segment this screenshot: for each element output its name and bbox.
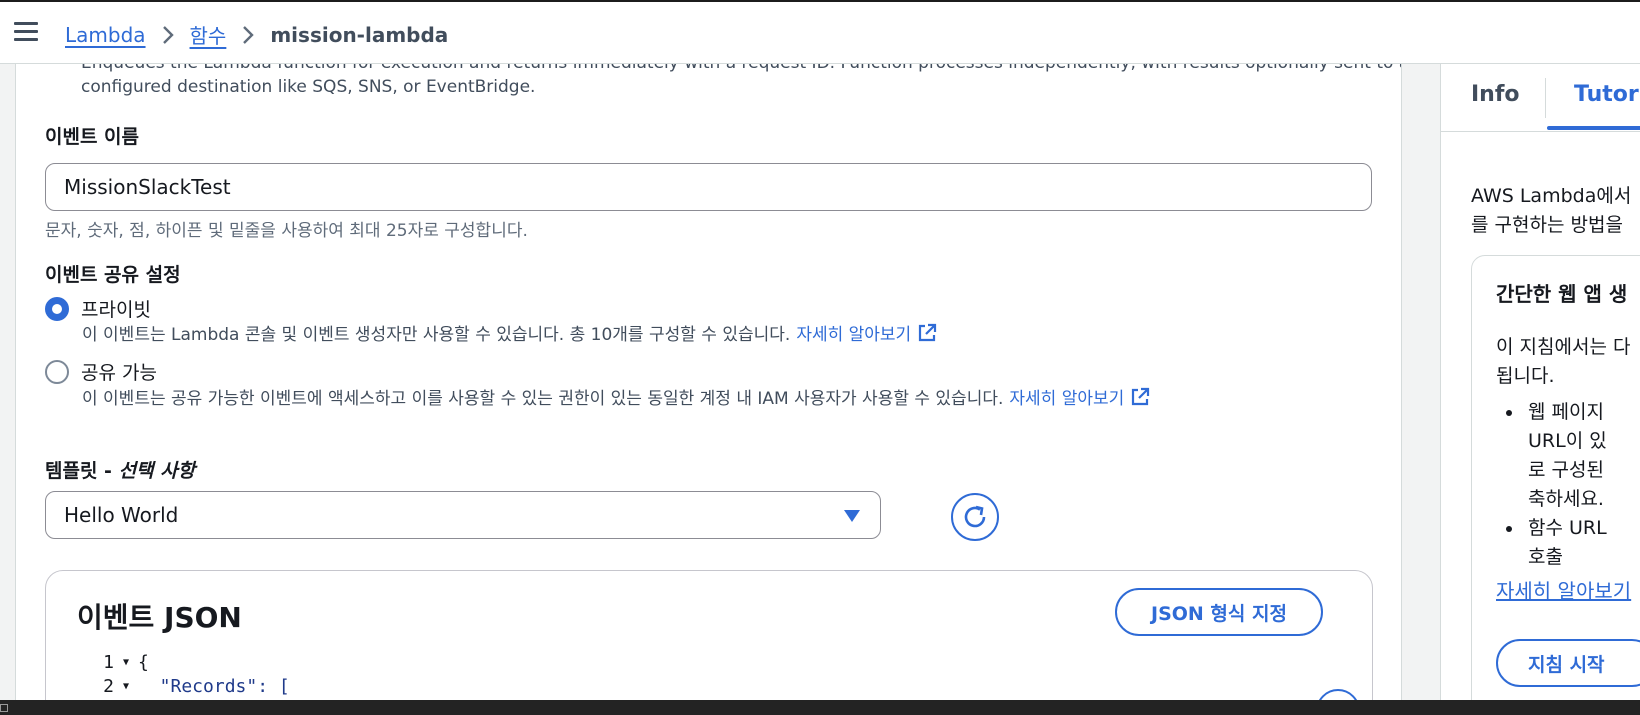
template-optional-text: 선택 사항 bbox=[118, 460, 196, 482]
fold-arrow-icon[interactable]: ▼ bbox=[114, 675, 138, 699]
invocation-description-line1: Enqueues the Lambda function for executi… bbox=[81, 64, 1401, 75]
chevron-right-icon bbox=[162, 25, 174, 45]
breadcrumb-current: mission-lambda bbox=[270, 22, 449, 47]
list-item: 함수 URL 호출 bbox=[1506, 514, 1607, 572]
bullet2-line: 함수 URL bbox=[1528, 517, 1607, 539]
breadcrumb: Lambda 함수 mission-lambda bbox=[65, 20, 448, 49]
code-line: 2 ▼ "Records": [ bbox=[88, 675, 290, 699]
bullet1-line: URL이 있 bbox=[1528, 430, 1607, 452]
code-text: "Records": [ bbox=[138, 676, 290, 697]
external-link-icon bbox=[1132, 387, 1150, 405]
tab-tutorials[interactable]: Tutorials bbox=[1574, 82, 1640, 107]
tab-info[interactable]: Info bbox=[1471, 82, 1520, 107]
shareable-description: 이 이벤트는 공유 가능한 이벤트에 액세스하고 이를 사용할 수 있는 권한이… bbox=[82, 384, 1150, 409]
invocation-type-description: Enqueues the Lambda function for executi… bbox=[81, 64, 1401, 99]
breadcrumb-lambda-link[interactable]: Lambda bbox=[65, 23, 146, 47]
window-square-icon bbox=[0, 704, 8, 712]
radio-shareable-label: 공유 가능 bbox=[81, 362, 157, 384]
learn-more-text: 자세히 알아보기 bbox=[1009, 389, 1125, 409]
learn-more-text: 자세히 알아보기 bbox=[796, 325, 912, 345]
template-label: 템플릿 - 선택 사항 bbox=[45, 456, 195, 483]
active-tab-indicator bbox=[1547, 126, 1640, 130]
json-code-editor[interactable]: 1 ▼ { 2 ▼ "Records": [ bbox=[88, 651, 290, 699]
breadcrumb-functions-link[interactable]: 함수 bbox=[190, 20, 227, 49]
private-learn-more-link[interactable]: 자세히 알아보기 bbox=[796, 320, 937, 345]
help-tabs: Info Tutorials bbox=[1441, 64, 1640, 132]
event-json-title: 이벤트 JSON bbox=[77, 601, 242, 634]
bottom-status-bar bbox=[0, 700, 1640, 715]
help-intro: AWS Lambda에서 를 구현하는 방법을 bbox=[1471, 182, 1631, 240]
help-intro-line1: AWS Lambda에서 bbox=[1471, 185, 1632, 207]
help-panel: Info Tutorials AWS Lambda에서 를 구현하는 방법을 간… bbox=[1440, 64, 1640, 704]
invocation-description-line2: configured destination like SQS, SNS, or… bbox=[81, 77, 536, 97]
bullet1-line: 로 구성된 bbox=[1528, 459, 1604, 481]
external-link-icon bbox=[919, 323, 937, 341]
radio-shareable-indicator[interactable] bbox=[45, 359, 69, 384]
tab-divider bbox=[1545, 78, 1546, 118]
bullet-dot bbox=[1506, 410, 1512, 416]
help-intro-line2: 를 구현하는 방법을 bbox=[1471, 214, 1623, 236]
private-description: 이 이벤트는 Lambda 콘솔 및 이벤트 생성자만 사용할 수 있습니다. … bbox=[82, 320, 937, 345]
code-line: 1 ▼ { bbox=[88, 651, 290, 675]
line-number: 2 bbox=[103, 676, 114, 697]
list-item: 웹 페이지 URL이 있 로 구성된 축하세요. bbox=[1506, 398, 1607, 514]
tutorial-body-line2: 됩니다. bbox=[1496, 365, 1555, 387]
bullet1-line: 축하세요. bbox=[1528, 488, 1604, 510]
bullet1-line: 웹 페이지 bbox=[1528, 401, 1604, 423]
caret-down-icon bbox=[844, 510, 860, 522]
test-event-panel: Enqueues the Lambda function for executi… bbox=[15, 64, 1402, 704]
top-navigation-bar: Lambda 함수 mission-lambda bbox=[0, 0, 1640, 64]
radio-private-label: 프라이빗 bbox=[81, 299, 151, 321]
event-name-hint: 문자, 숫자, 점, 하이픈 및 밑줄을 사용하여 최대 25자로 구성합니다. bbox=[45, 221, 528, 241]
tutorial-card-body: 이 지침에서는 다 됩니다. bbox=[1496, 333, 1630, 391]
radio-private-indicator[interactable] bbox=[45, 296, 69, 321]
fold-arrow-icon[interactable]: ▼ bbox=[114, 651, 138, 675]
event-sharing-label: 이벤트 공유 설정 bbox=[45, 264, 181, 286]
tutorial-learn-more-link[interactable]: 자세히 알아보기 bbox=[1496, 575, 1631, 604]
private-description-text: 이 이벤트는 Lambda 콘솔 및 이벤트 생성자만 사용할 수 있습니다. … bbox=[82, 325, 791, 345]
start-tutorial-button[interactable]: 지침 시작 bbox=[1496, 639, 1640, 687]
line-number: 1 bbox=[103, 652, 114, 673]
menu-icon[interactable] bbox=[14, 22, 38, 42]
shareable-description-text: 이 이벤트는 공유 가능한 이벤트에 액세스하고 이를 사용할 수 있는 권한이… bbox=[82, 389, 1004, 409]
bullet-dot bbox=[1506, 526, 1512, 532]
tutorial-card: 간단한 웹 앱 생 이 지침에서는 다 됩니다. 웹 페이지 URL이 있 로 … bbox=[1471, 255, 1640, 704]
refresh-templates-button[interactable] bbox=[951, 493, 999, 541]
bullet2-line: 호출 bbox=[1528, 546, 1563, 568]
event-name-input[interactable] bbox=[45, 163, 1372, 211]
chevron-right-icon bbox=[242, 25, 255, 45]
code-text: { bbox=[138, 652, 149, 673]
shareable-learn-more-link[interactable]: 자세히 알아보기 bbox=[1009, 384, 1150, 409]
format-json-button[interactable]: JSON 형식 지정 bbox=[1115, 588, 1323, 636]
event-json-card: 이벤트 JSON JSON 형식 지정 1 ▼ { 2 ▼ "Records":… bbox=[45, 570, 1373, 704]
tutorial-body-line1: 이 지침에서는 다 bbox=[1496, 336, 1631, 358]
radio-shareable[interactable]: 공유 가능 bbox=[45, 358, 157, 385]
template-select[interactable]: Hello World bbox=[45, 491, 881, 539]
template-label-text: 템플릿 - bbox=[45, 460, 119, 482]
tutorial-bullets: 웹 페이지 URL이 있 로 구성된 축하세요. 함수 URL 호출 bbox=[1506, 398, 1607, 572]
tutorial-card-title: 간단한 웹 앱 생 bbox=[1496, 282, 1628, 306]
template-select-value: Hello World bbox=[64, 503, 179, 527]
event-name-label: 이벤트 이름 bbox=[45, 126, 140, 148]
refresh-icon bbox=[964, 505, 986, 528]
radio-private[interactable]: 프라이빗 bbox=[45, 295, 151, 322]
